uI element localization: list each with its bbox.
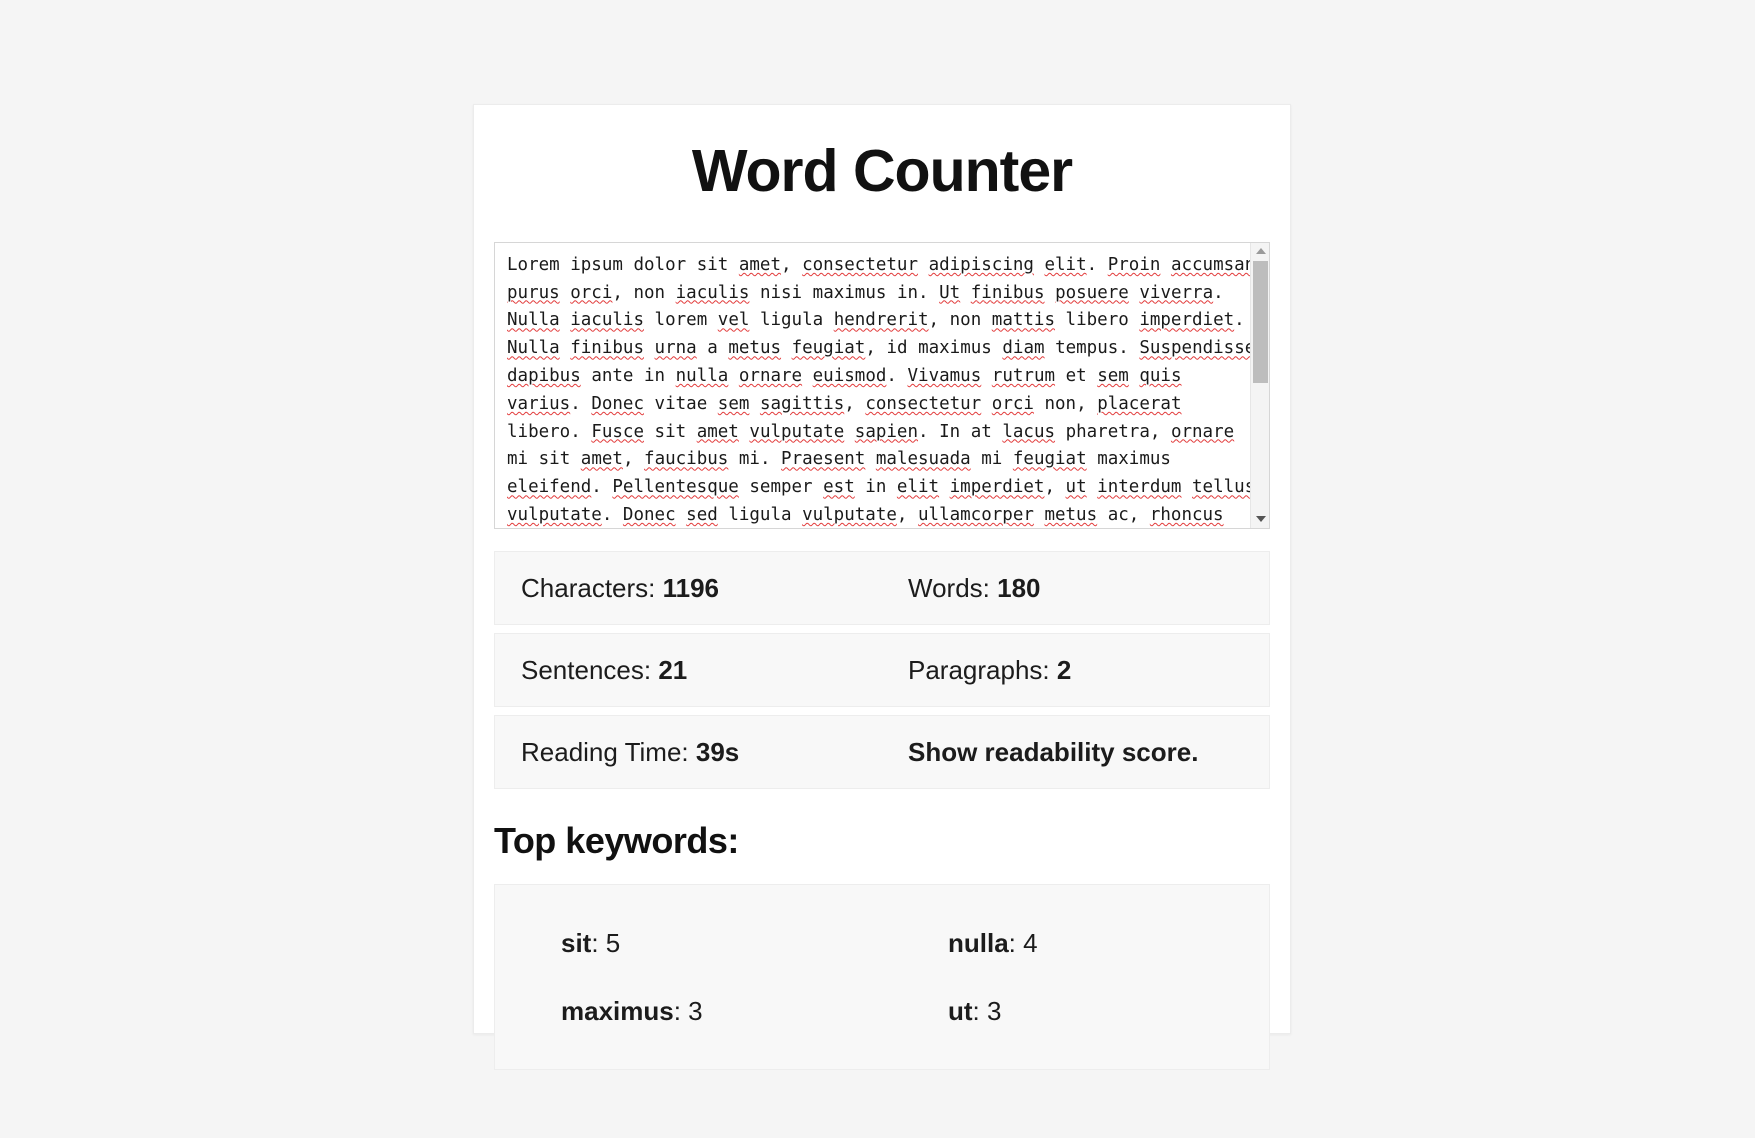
keyword-item: nulla: 4: [882, 930, 1269, 956]
scroll-up-arrow-icon[interactable]: [1251, 243, 1269, 260]
text-line: dapibus ante in nulla ornare euismod. Vi…: [507, 366, 1182, 387]
stat-value: 21: [658, 654, 688, 685]
keyword-row: sit: 5 nulla: 4: [495, 909, 1269, 977]
stat-sentences: Sentences: 21: [495, 657, 882, 683]
top-keywords-heading: Top keywords:: [494, 819, 739, 861]
stat-label: Reading Time:: [521, 736, 696, 767]
stat-characters: Characters: 1196: [495, 575, 882, 601]
text-line: Nulla finibus urna a metus feugiat, id m…: [507, 338, 1250, 359]
app-page: Word Counter Lorem ipsum dolor sit amet,…: [0, 0, 1755, 1138]
text-line: Nulla iaculis lorem vel ligula hendrerit…: [507, 310, 1245, 331]
stat-value: 39s: [695, 736, 740, 767]
stat-row: Reading Time: 39s Show readability score…: [494, 714, 1270, 789]
top-keywords-panel: sit: 5 nulla: 4 maximus: 3 ut: 3: [494, 884, 1270, 1071]
stat-label: Words:: [908, 572, 998, 603]
stat-label: Paragraphs:: [908, 654, 1057, 685]
keyword-item: maximus: 3: [495, 998, 882, 1024]
keyword-row: maximus: 3 ut: 3: [495, 977, 1269, 1045]
text-line: libero. Fusce sit amet vulputate sapien.…: [507, 421, 1235, 442]
keyword-word: sit: [561, 928, 592, 959]
keyword-word: nulla: [948, 928, 1009, 959]
show-readability-score-button[interactable]: Show readability score.: [882, 739, 1269, 765]
stat-value: 180: [997, 572, 1041, 603]
text-input-area[interactable]: Lorem ipsum dolor sit amet, consectetur …: [494, 241, 1270, 529]
stat-row: Sentences: 21 Paragraphs: 2: [494, 632, 1270, 707]
text-line: vulputate. Donec sed ligula vulputate, u…: [507, 505, 1224, 526]
text-line: varius. Donec vitae sem sagittis, consec…: [507, 393, 1182, 414]
text-line: eleifend. Pellentesque semper est in eli…: [507, 477, 1250, 498]
stat-row: Characters: 1196 Words: 180: [494, 550, 1270, 625]
stat-label: Characters:: [521, 572, 663, 603]
text-input-content[interactable]: Lorem ipsum dolor sit amet, consectetur …: [495, 243, 1250, 528]
keyword-word: ut: [948, 996, 973, 1027]
word-counter-card: Word Counter Lorem ipsum dolor sit amet,…: [473, 104, 1291, 1071]
textarea-scrollbar[interactable]: [1250, 242, 1269, 528]
keyword-item: ut: 3: [882, 998, 1269, 1024]
keyword-word: maximus: [561, 996, 674, 1027]
keyword-item: sit: 5: [495, 930, 882, 956]
scroll-thumb[interactable]: [1253, 260, 1268, 383]
text-line: mi sit amet, faucibus mi. Praesent males…: [507, 449, 1171, 470]
page-title: Word Counter: [691, 138, 1073, 204]
text-line: purus orci, non iaculis nisi maximus in.…: [507, 282, 1224, 303]
stat-words: Words: 180: [882, 575, 1269, 601]
keyword-count: : 5: [591, 928, 621, 959]
keyword-count: : 3: [673, 996, 703, 1027]
stats-section: Characters: 1196 Words: 180 Sentences: 2…: [494, 550, 1270, 789]
scroll-down-arrow-icon[interactable]: [1251, 511, 1269, 528]
stat-paragraphs: Paragraphs: 2: [882, 657, 1269, 683]
text-line: Lorem ipsum dolor sit amet, consectetur …: [507, 254, 1250, 275]
keyword-count: : 4: [1008, 928, 1038, 959]
stat-value: 2: [1056, 654, 1072, 685]
stat-value: 1196: [662, 572, 720, 603]
keyword-count: : 3: [972, 996, 1002, 1027]
stat-reading-time: Reading Time: 39s: [495, 739, 882, 765]
stat-label: Sentences:: [521, 654, 659, 685]
